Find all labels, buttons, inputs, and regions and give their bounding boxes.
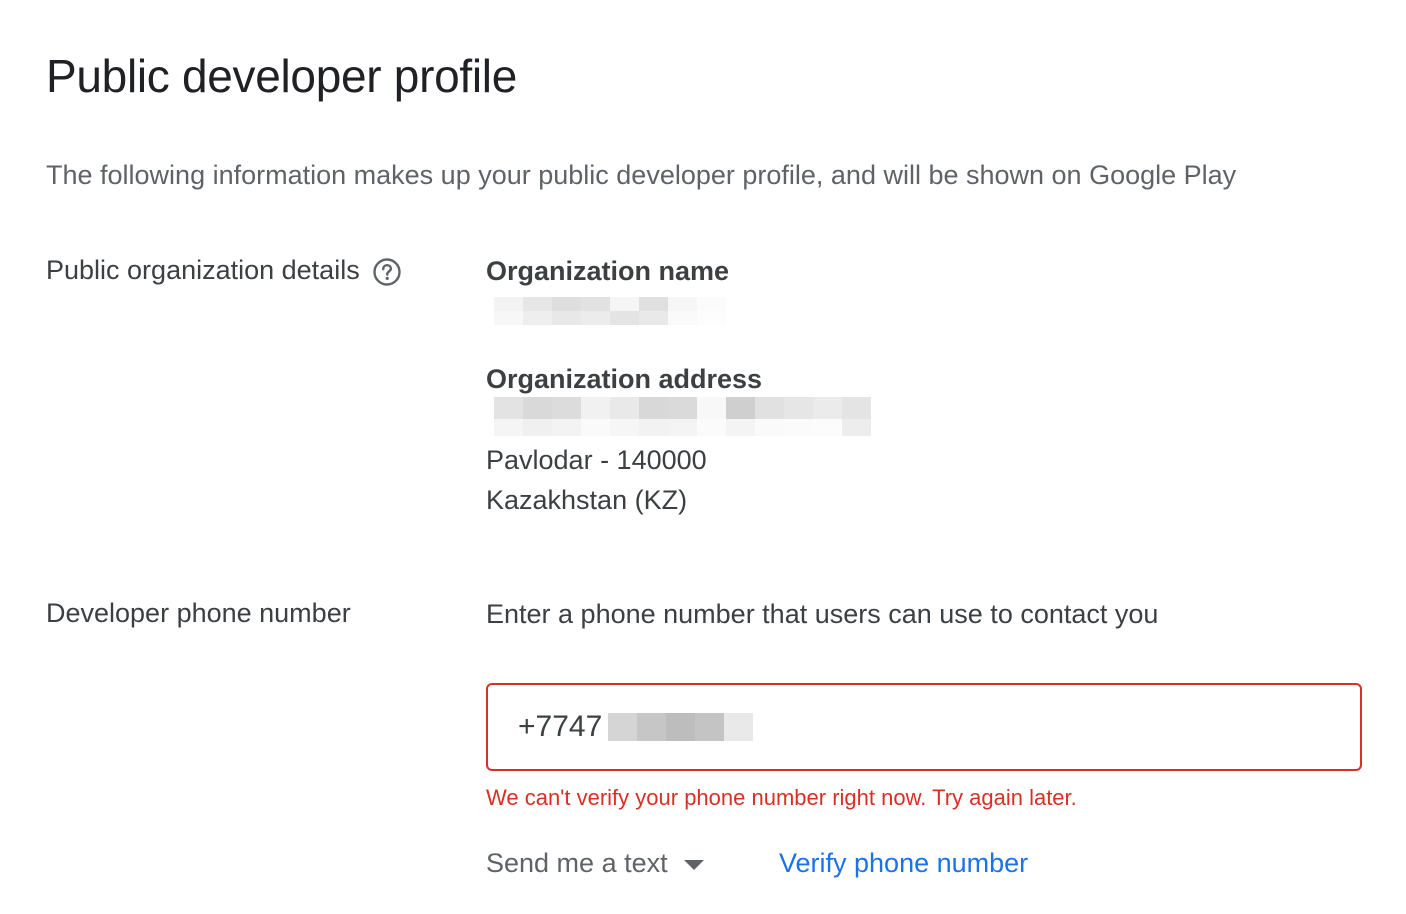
- page-title: Public developer profile: [46, 50, 517, 102]
- org-address-redacted: [494, 397, 871, 436]
- org-address-city: Pavlodar - 140000: [486, 445, 707, 475]
- org-name-heading: Organization name: [486, 256, 730, 286]
- org-details-label: Public organization details: [46, 253, 402, 287]
- phone-field[interactable]: [486, 683, 1362, 771]
- developer-phone-label: Developer phone number: [46, 598, 351, 628]
- phone-input[interactable]: [518, 710, 608, 744]
- help-circle-icon[interactable]: [372, 257, 402, 287]
- caret-down-icon: [683, 859, 704, 870]
- phone-error-message: We can't verify your phone number right …: [486, 785, 1077, 810]
- org-address-country: Kazakhstan (KZ): [486, 485, 688, 515]
- org-details-label-text: Public organization details: [46, 255, 360, 285]
- verify-phone-button[interactable]: Verify phone number: [779, 846, 1028, 880]
- verification-method-dropdown[interactable]: Send me a text: [486, 846, 704, 880]
- org-address-heading: Organization address: [486, 364, 763, 394]
- phone-number-redacted: [608, 713, 753, 741]
- verification-method-label: Send me a text: [486, 848, 668, 878]
- phone-prompt: Enter a phone number that users can use …: [486, 599, 1159, 629]
- org-name-redacted: [494, 297, 726, 325]
- page-subtitle: The following information makes up your …: [46, 160, 1237, 190]
